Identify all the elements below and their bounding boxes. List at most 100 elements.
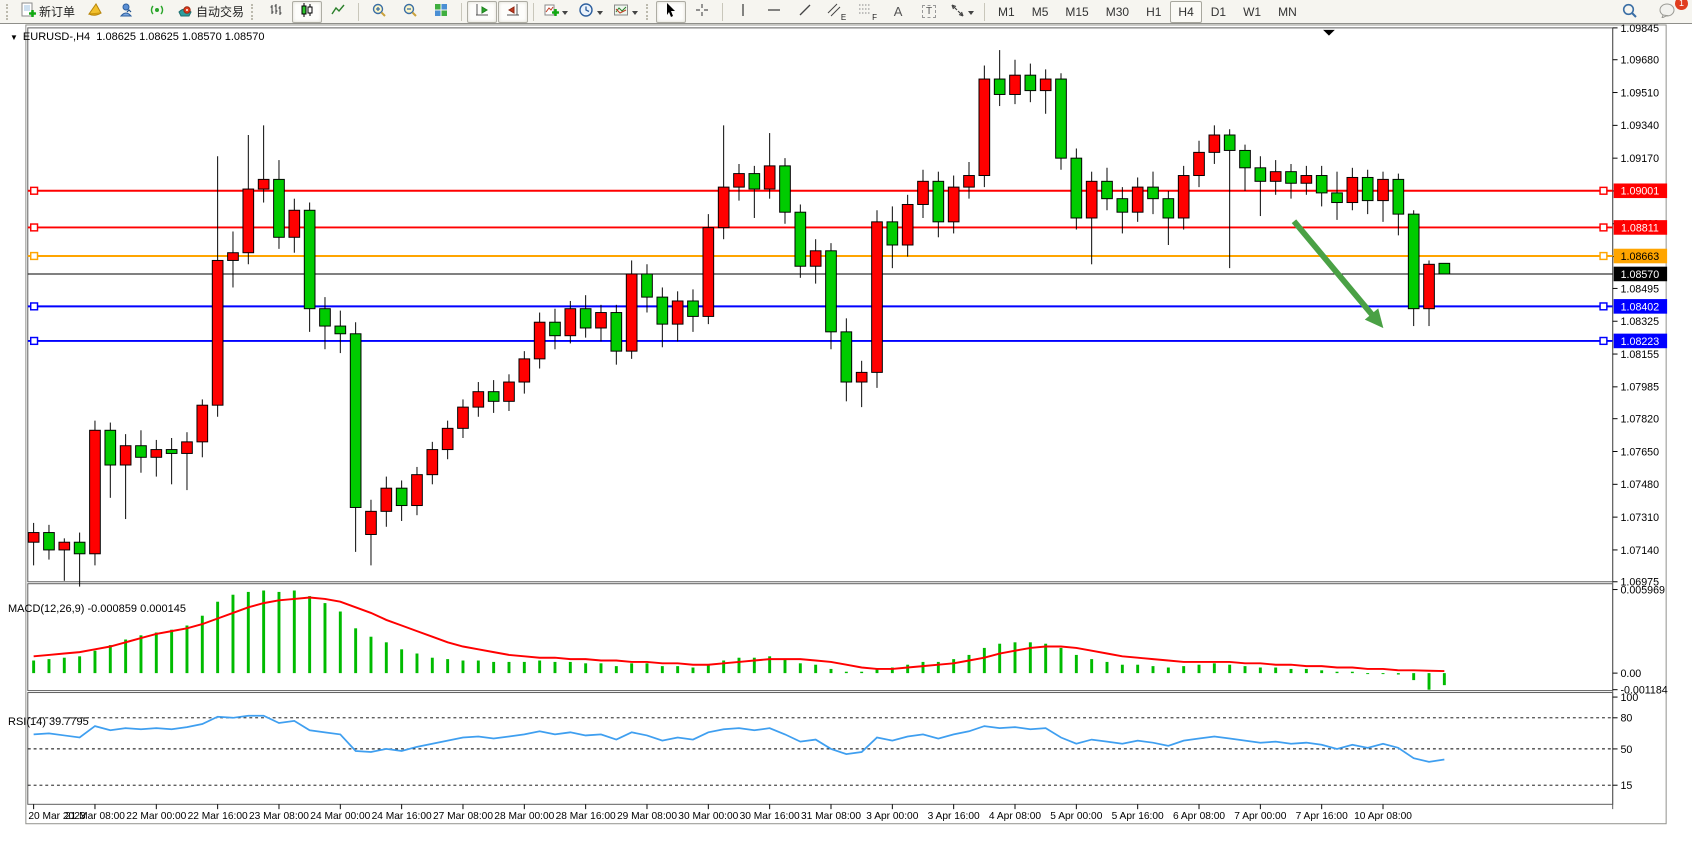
chart-collapse-icon[interactable]: ▼ (10, 33, 18, 42)
notifications-icon (1658, 2, 1676, 21)
candle (197, 405, 208, 442)
vertical-line-button[interactable] (728, 1, 758, 23)
tf-button-W1[interactable]: W1 (1235, 1, 1269, 23)
autotrading-button[interactable]: 自动交易 (173, 1, 248, 23)
search-button[interactable] (1614, 1, 1644, 23)
zoom-in-button[interactable] (364, 1, 394, 23)
chart-canvas[interactable]: 1.098451.096801.095101.093401.091701.090… (0, 24, 1692, 849)
candlestick-chart-button[interactable] (292, 1, 322, 23)
line-chart-button[interactable] (323, 1, 353, 23)
candle (1240, 150, 1251, 167)
candle (1148, 187, 1159, 199)
autoscroll-button[interactable] (467, 1, 497, 23)
signals-button[interactable] (142, 1, 172, 23)
line-chart-icon (330, 2, 346, 21)
fibonacci-button[interactable]: F (852, 1, 882, 23)
tf-button-D1[interactable]: D1 (1203, 1, 1234, 23)
candle (243, 189, 254, 253)
candle (59, 542, 70, 550)
text-button[interactable]: A (883, 1, 913, 23)
macd-indicator-label: MACD(12,26,9) -0.000859 0.000145 (8, 603, 186, 615)
auto-trading-label: 自动交易 (196, 3, 244, 20)
candle (289, 210, 300, 237)
candle (1117, 199, 1128, 213)
candle (1393, 179, 1404, 214)
svg-text:1.07820: 1.07820 (1620, 414, 1659, 426)
templates-button[interactable] (609, 1, 643, 23)
tf-button-M15[interactable]: M15 (1057, 1, 1096, 23)
candle (1255, 168, 1266, 182)
candle (1224, 135, 1235, 150)
crosshair-button[interactable] (687, 1, 717, 23)
tf-button-H4[interactable]: H4 (1170, 1, 1201, 23)
signals-icon (149, 2, 165, 21)
arrows-button[interactable] (945, 1, 979, 23)
periods-button[interactable] (574, 1, 608, 23)
fibonacci-letter: F (872, 13, 877, 22)
cursor-button[interactable] (656, 1, 686, 23)
notification-count-badge: 1 (1675, 0, 1688, 10)
horizontal-line-button[interactable] (759, 1, 789, 23)
tile-windows-button[interactable] (426, 1, 456, 23)
candle (458, 407, 469, 428)
candle (228, 253, 239, 261)
svg-text:7 Apr 00:00: 7 Apr 00:00 (1234, 811, 1286, 822)
profile-icon (118, 2, 134, 21)
svg-text:0.00: 0.00 (1620, 668, 1641, 680)
indicators-icon (543, 2, 559, 21)
candle (258, 179, 269, 189)
svg-text:1.09680: 1.09680 (1620, 55, 1659, 67)
candle (1301, 176, 1312, 184)
candle (657, 297, 668, 324)
zoom-out-button[interactable] (395, 1, 425, 23)
candle (212, 260, 223, 405)
candle (764, 166, 775, 189)
candle (381, 488, 392, 511)
timeframe-bar: M1M5M15M30H1H4D1W1MN (990, 1, 1305, 23)
channel-icon (826, 2, 842, 21)
tf-button-M30[interactable]: M30 (1098, 1, 1137, 23)
zoom-in-icon (371, 2, 387, 21)
svg-text:6 Apr 08:00: 6 Apr 08:00 (1173, 811, 1225, 822)
candle (780, 166, 791, 212)
svg-text:100: 100 (1620, 692, 1638, 704)
text-icon: A (894, 4, 903, 19)
profile-button[interactable] (111, 1, 141, 23)
dropdown-caret-icon (632, 5, 639, 19)
metaeditor-button[interactable] (80, 1, 110, 23)
svg-text:22 Mar 16:00: 22 Mar 16:00 (188, 811, 248, 822)
svg-text:23 Mar 08:00: 23 Mar 08:00 (249, 811, 309, 822)
autotrading-icon (177, 2, 193, 21)
tf-button-M5[interactable]: M5 (1024, 1, 1057, 23)
notifications-button[interactable]: 1 (1652, 1, 1682, 23)
svg-text:5 Apr 00:00: 5 Apr 00:00 (1050, 811, 1102, 822)
text-label-button[interactable]: T (914, 1, 944, 23)
trendline-button[interactable] (790, 1, 820, 23)
candle (550, 322, 561, 336)
chart-shift-button[interactable] (498, 1, 528, 23)
new-order-button[interactable]: 新订单 (16, 1, 79, 23)
channel-button[interactable]: E (821, 1, 851, 23)
text-label-icon: T (922, 5, 936, 18)
bar-chart-button[interactable] (261, 1, 291, 23)
candle (320, 309, 331, 326)
indicators-button[interactable] (539, 1, 573, 23)
rsi-indicator-label: RSI(14) 39.7795 (8, 716, 89, 728)
chart-shift-icon (505, 2, 521, 21)
candle (1040, 79, 1051, 91)
candle (335, 326, 346, 334)
svg-text:1.08402: 1.08402 (1621, 301, 1660, 313)
fibonacci-icon (857, 2, 873, 21)
candle (1424, 264, 1435, 308)
tf-button-M1[interactable]: M1 (990, 1, 1023, 23)
svg-text:10 Apr 08:00: 10 Apr 08:00 (1354, 811, 1412, 822)
svg-text:22 Mar 00:00: 22 Mar 00:00 (126, 811, 186, 822)
arrows-icon (949, 2, 965, 21)
svg-text:1.08495: 1.08495 (1620, 283, 1659, 295)
candle (1102, 181, 1113, 198)
toolbar-separator (461, 3, 462, 21)
candle (887, 222, 898, 245)
candle (703, 228, 714, 317)
tf-button-MN[interactable]: MN (1270, 1, 1305, 23)
tf-button-H1[interactable]: H1 (1138, 1, 1169, 23)
